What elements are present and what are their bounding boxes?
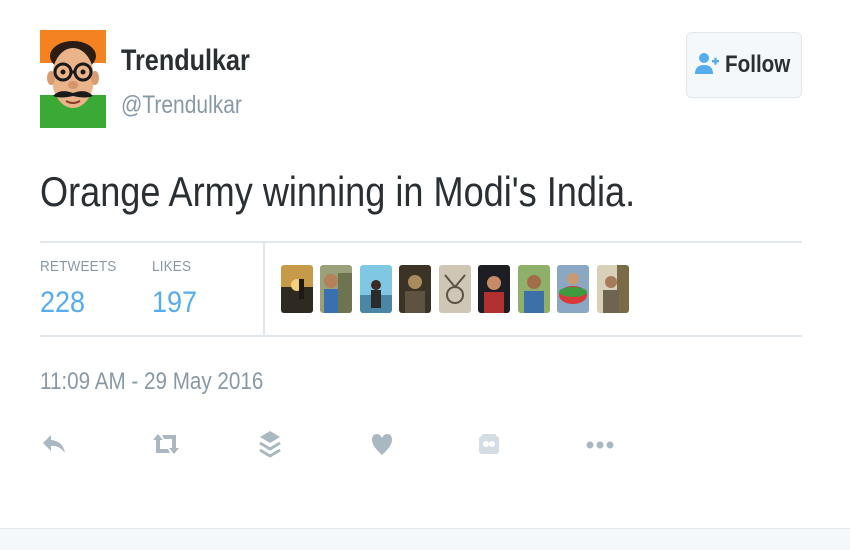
liker-avatar[interactable] (478, 265, 510, 313)
vine-button[interactable] (469, 426, 509, 466)
user-handle[interactable]: @Trendulkar (121, 91, 242, 120)
more-button[interactable] (580, 426, 620, 466)
likes-stat[interactable]: LIKES 197 (152, 258, 202, 320)
liker-avatar[interactable] (597, 265, 629, 313)
stats-bottom-divider (40, 335, 802, 337)
liker-avatar[interactable] (557, 265, 589, 313)
follow-button-label: Follow (724, 51, 790, 78)
likes-count[interactable]: 197 (152, 286, 197, 320)
retweet-icon (151, 432, 181, 461)
stats-top-divider (40, 241, 802, 243)
liker-avatar[interactable] (518, 265, 550, 313)
more-icon (585, 437, 615, 455)
retweets-label: RETWEETS (40, 258, 117, 275)
reply-icon (41, 433, 67, 460)
vine-icon (478, 432, 500, 461)
stats-vertical-divider (263, 243, 265, 335)
retweets-count[interactable]: 228 (40, 286, 116, 320)
liker-avatar[interactable] (399, 265, 431, 313)
liker-avatar[interactable] (320, 265, 352, 313)
like-icon (370, 431, 394, 462)
tweet-card: Trendulkar @Trendulkar Follow Orange Arm… (0, 0, 850, 550)
tweet-actions (40, 426, 640, 466)
user-name[interactable]: Trendulkar (121, 44, 250, 78)
tweet-text: Orange Army winning in Modi's India. (40, 168, 636, 215)
liker-avatar[interactable] (439, 265, 471, 313)
retweet-button[interactable] (146, 426, 186, 466)
tweet-footer (0, 528, 850, 550)
like-button[interactable] (362, 426, 402, 466)
tweet-timestamp[interactable]: 11:09 AM - 29 May 2016 (40, 368, 263, 396)
likers-avatars (281, 265, 641, 313)
follow-button[interactable]: Follow (686, 32, 802, 98)
retweets-stat[interactable]: RETWEETS 228 (40, 258, 125, 320)
avatar[interactable] (40, 30, 106, 128)
liker-avatar[interactable] (281, 265, 313, 313)
likes-label: LIKES (152, 258, 192, 275)
reply-button[interactable] (34, 426, 74, 466)
buffer-icon (258, 429, 282, 464)
liker-avatar[interactable] (360, 265, 392, 313)
buffer-button[interactable] (250, 426, 290, 466)
add-user-icon (694, 50, 720, 81)
